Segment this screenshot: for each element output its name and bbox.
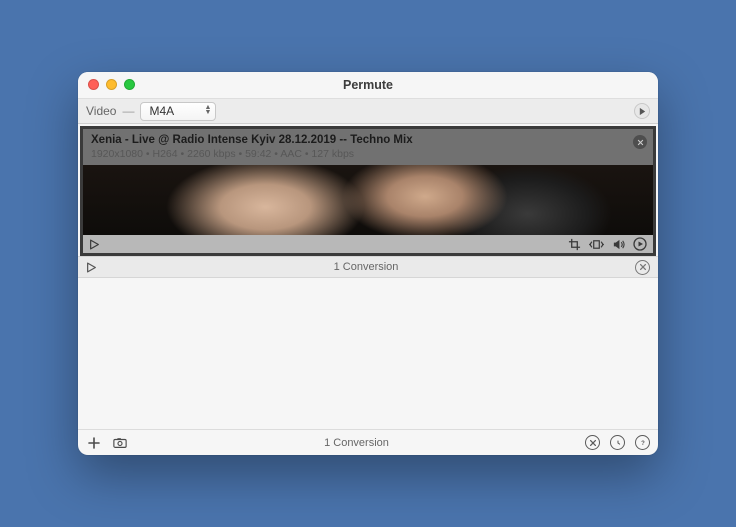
item-header: Xenia - Live @ Radio Intense Kyiv 28.12.… [83,129,653,165]
cancel-all-button[interactable] [585,435,600,450]
source-type-label: Video [86,104,116,118]
output-format-select[interactable]: M4A ▲▼ [140,102,216,121]
footer-count-label: 1 Conversion [138,437,575,449]
preview-play-button[interactable] [89,239,100,250]
help-button[interactable]: ? [635,435,650,450]
svg-text:?: ? [641,441,645,447]
plus-icon [87,436,101,450]
item-metadata: 1920x1080 • H264 • 2260 kbps • 59:42 • A… [91,148,645,160]
items-area: Xenia - Live @ Radio Intense Kyiv 28.12.… [78,124,658,256]
play-icon [638,107,647,116]
queue-statusbar: 1 Conversion [78,256,658,278]
close-icon [637,139,644,146]
resize-button[interactable] [589,238,604,251]
capture-button[interactable] [112,435,128,451]
format-toolbar: Video — M4A ▲▼ [78,98,658,124]
add-file-button[interactable] [86,435,102,451]
question-icon: ? [639,439,647,447]
audio-button[interactable] [612,238,625,251]
bottom-toolbar: 1 Conversion ? [78,429,658,455]
clock-icon [614,439,622,447]
video-thumbnail [83,165,653,235]
item-start-button[interactable] [633,237,647,251]
speaker-icon [612,238,625,251]
close-window-button[interactable] [88,79,99,90]
separator-dash: — [122,104,134,118]
window-title: Permute [343,78,393,92]
conversion-item[interactable]: Xenia - Live @ Radio Intense Kyiv 28.12.… [80,126,656,256]
history-button[interactable] [610,435,625,450]
queue-play-button[interactable] [86,262,97,273]
queue-count-label: 1 Conversion [334,261,399,273]
resize-icon [589,238,604,251]
start-conversion-button[interactable] [634,103,650,119]
item-controls [83,235,653,253]
item-title: Xenia - Live @ Radio Intense Kyiv 28.12.… [91,134,645,146]
remove-item-button[interactable] [633,135,647,149]
crop-icon [568,238,581,251]
crop-button[interactable] [568,238,581,251]
play-circle-icon [633,237,647,251]
empty-area [78,278,658,429]
select-carets-icon: ▲▼ [205,105,212,115]
play-icon [86,262,97,273]
zoom-window-button[interactable] [124,79,135,90]
close-icon [589,439,597,447]
app-window: Permute Video — M4A ▲▼ Xenia - Live @ Ra… [78,72,658,455]
queue-cancel-button[interactable] [635,260,650,275]
output-format-value: M4A [149,104,174,118]
traffic-lights [88,79,135,90]
minimize-window-button[interactable] [106,79,117,90]
play-icon [89,239,100,250]
close-icon [639,263,647,271]
camera-icon [113,436,127,450]
titlebar: Permute [78,72,658,98]
